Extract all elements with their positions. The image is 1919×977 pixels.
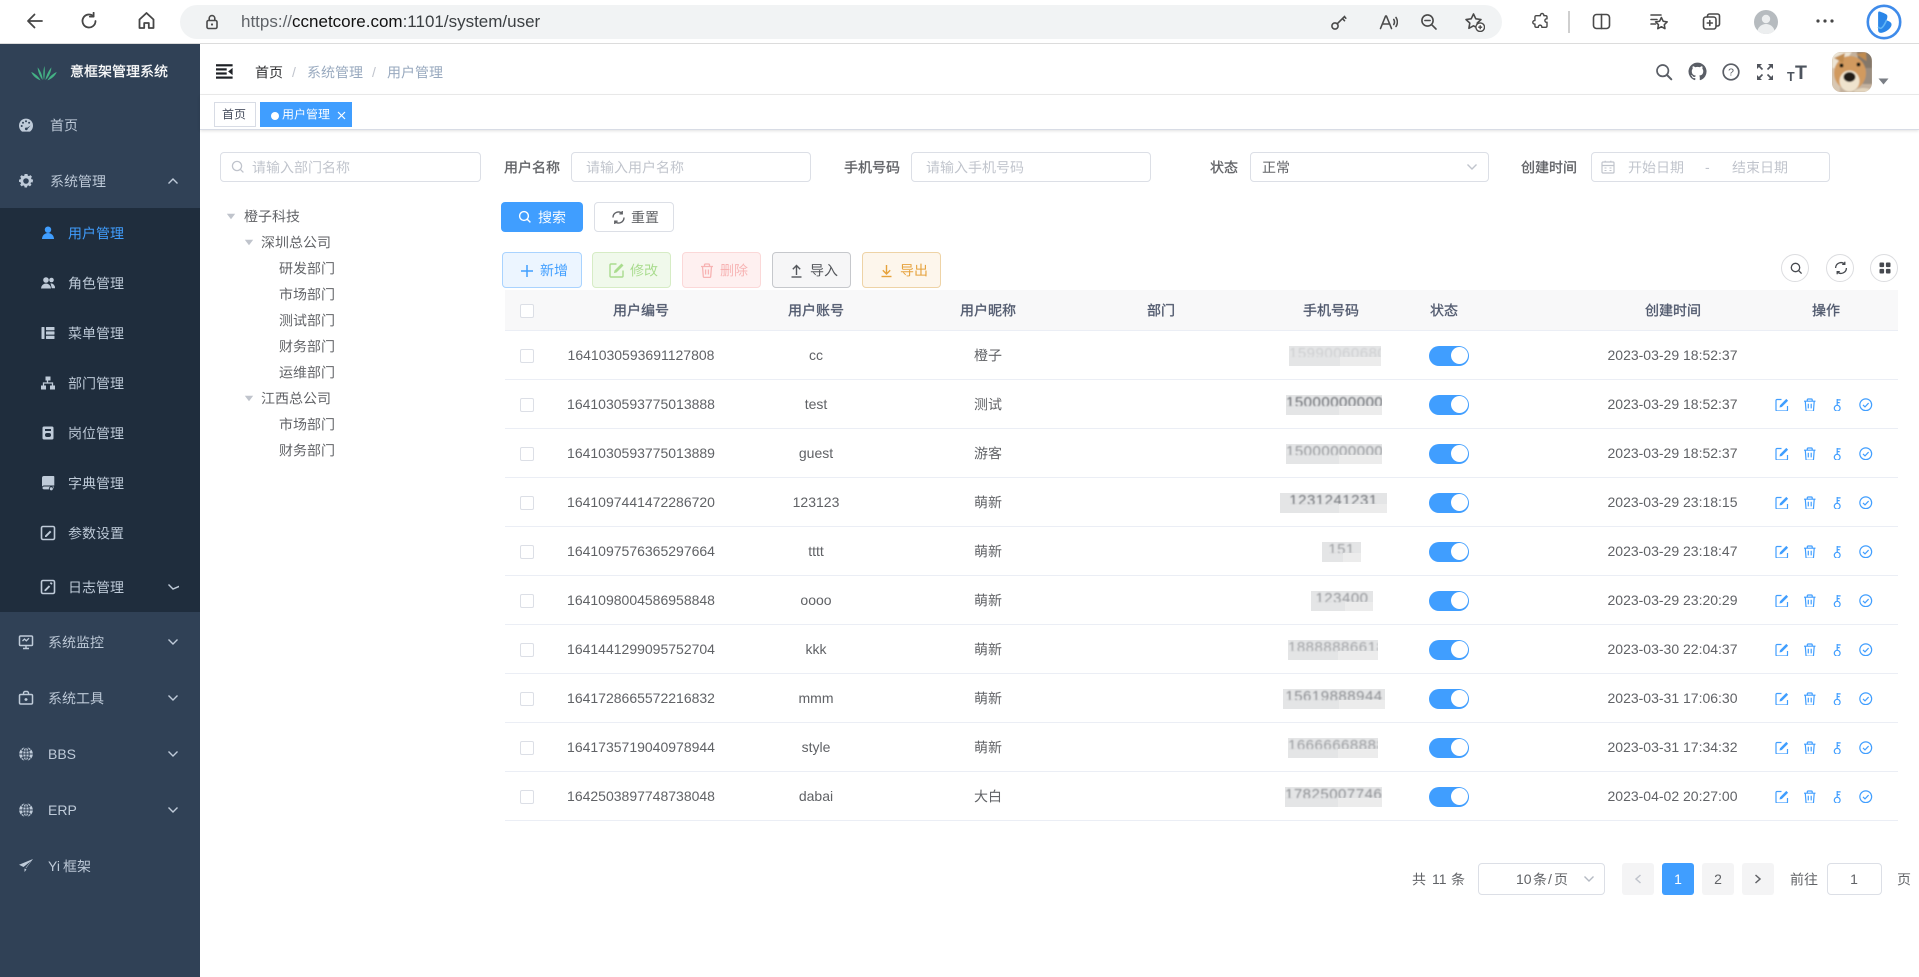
svg-text:?: ? [1728,67,1734,79]
